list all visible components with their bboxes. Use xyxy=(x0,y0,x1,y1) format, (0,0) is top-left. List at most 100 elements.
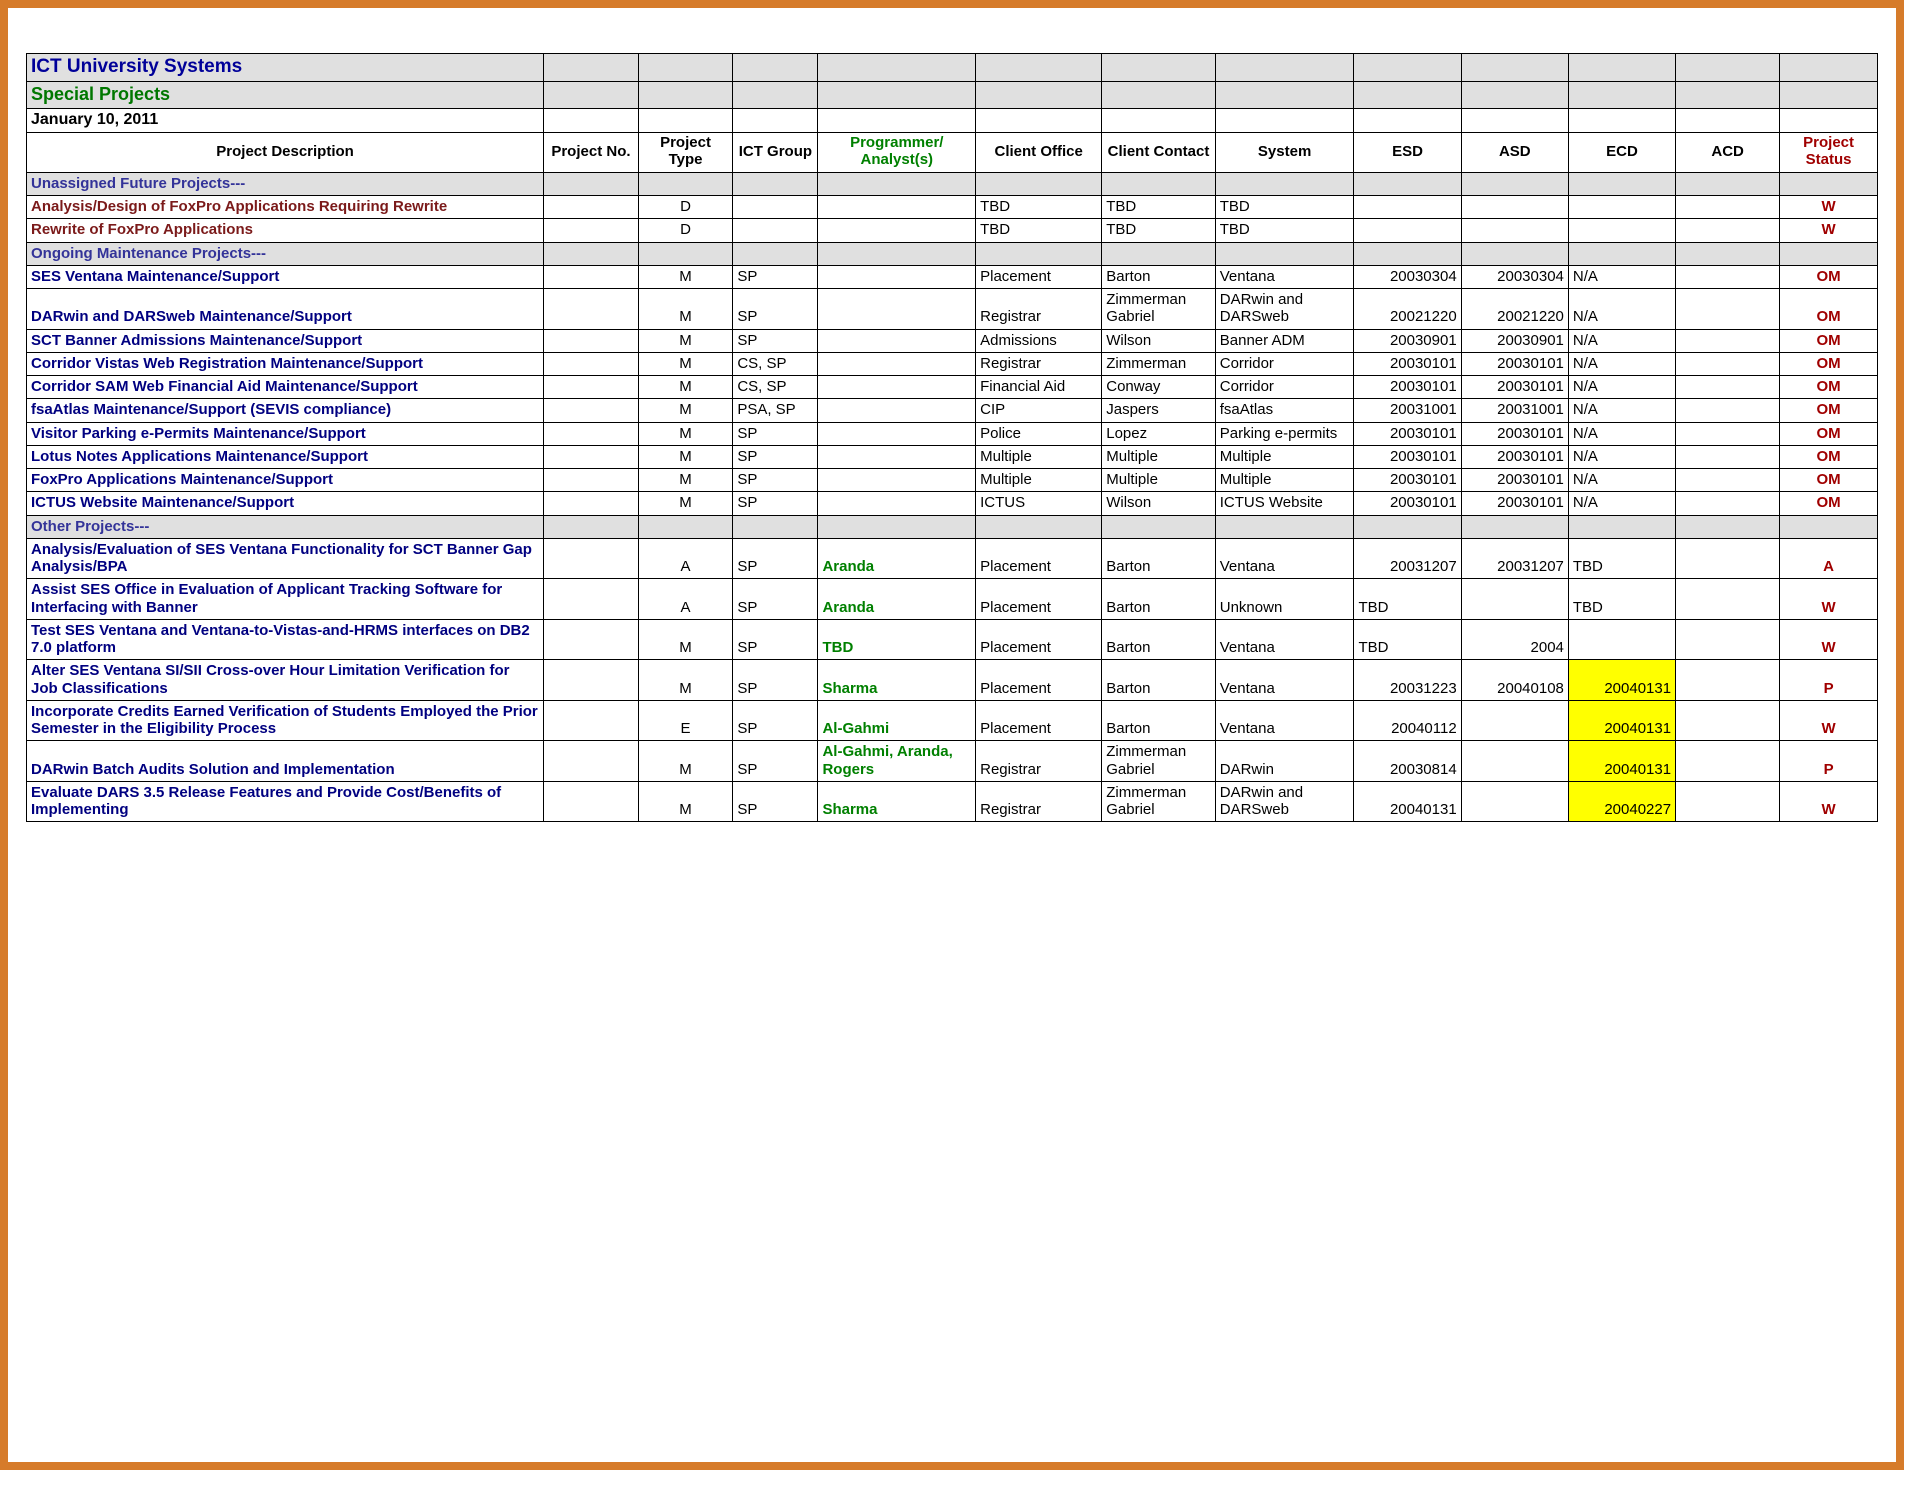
cell-ecd: N/A xyxy=(1568,399,1675,422)
cell-esd: 20031207 xyxy=(1354,538,1461,579)
cell-status: W xyxy=(1780,196,1878,219)
cell-desc: Rewrite of FoxPro Applications xyxy=(27,219,544,242)
cell-status: OM xyxy=(1780,399,1878,422)
cell-ecd: N/A xyxy=(1568,469,1675,492)
cell-contact: Barton xyxy=(1102,265,1216,288)
table-row[interactable]: Incorporate Credits Earned Verification … xyxy=(27,700,1878,741)
table-row[interactable]: fsaAtlas Maintenance/Support (SEVIS comp… xyxy=(27,399,1878,422)
cell-office: Placement xyxy=(976,538,1102,579)
cell-esd: 20030101 xyxy=(1354,352,1461,375)
cell-asd: 2004 xyxy=(1461,619,1568,660)
cell-system: DARwin xyxy=(1215,741,1354,782)
cell-status: W xyxy=(1780,619,1878,660)
cell-desc: SES Ventana Maintenance/Support xyxy=(27,265,544,288)
table-row[interactable]: FoxPro Applications Maintenance/Support … xyxy=(27,469,1878,492)
section-unassigned: Unassigned Future Projects--- xyxy=(27,172,1878,195)
cell-office: Registrar xyxy=(976,741,1102,782)
hdr-desc: Project Description xyxy=(27,132,544,172)
cell-desc: FoxPro Applications Maintenance/Support xyxy=(27,469,544,492)
report-date: January 10, 2011 xyxy=(27,108,544,132)
cell-asd: 20030304 xyxy=(1461,265,1568,288)
cell-ptype: E xyxy=(638,700,733,741)
cell-contact: Zimmerman Gabriel xyxy=(1102,289,1216,330)
table-row[interactable]: Analysis/Evaluation of SES Ventana Funct… xyxy=(27,538,1878,579)
table-row[interactable]: Evaluate DARS 3.5 Release Features and P… xyxy=(27,781,1878,822)
cell-ict: PSA, SP xyxy=(733,399,818,422)
cell-asd: 20021220 xyxy=(1461,289,1568,330)
cell-system: Banner ADM xyxy=(1215,329,1354,352)
cell-desc: Incorporate Credits Earned Verification … xyxy=(27,700,544,741)
cell-esd: 20030101 xyxy=(1354,492,1461,515)
cell-ptype: M xyxy=(638,422,733,445)
table-row[interactable]: Assist SES Office in Evaluation of Appli… xyxy=(27,579,1878,620)
cell-contact: Jaspers xyxy=(1102,399,1216,422)
cell-desc: Test SES Ventana and Ventana-to-Vistas-a… xyxy=(27,619,544,660)
cell-prog: TBD xyxy=(818,619,976,660)
cell-ict: SP xyxy=(733,265,818,288)
cell-office: TBD xyxy=(976,196,1102,219)
cell-ecd: 20040131 xyxy=(1568,741,1675,782)
cell-esd: 20030101 xyxy=(1354,445,1461,468)
cell-contact: Barton xyxy=(1102,538,1216,579)
cell-system: Multiple xyxy=(1215,445,1354,468)
table-row[interactable]: Alter SES Ventana SI/SII Cross-over Hour… xyxy=(27,660,1878,701)
cell-ptype: M xyxy=(638,492,733,515)
hdr-ecd: ECD xyxy=(1568,132,1675,172)
table-row[interactable]: SES Ventana Maintenance/Support M SP Pla… xyxy=(27,265,1878,288)
cell-status: OM xyxy=(1780,376,1878,399)
cell-ecd: N/A xyxy=(1568,265,1675,288)
cell-ecd: N/A xyxy=(1568,492,1675,515)
table-row[interactable]: DARwin and DARSweb Maintenance/Support M… xyxy=(27,289,1878,330)
cell-contact: Barton xyxy=(1102,660,1216,701)
cell-contact: Zimmerman Gabriel xyxy=(1102,781,1216,822)
cell-desc: fsaAtlas Maintenance/Support (SEVIS comp… xyxy=(27,399,544,422)
cell-desc: Assist SES Office in Evaluation of Appli… xyxy=(27,579,544,620)
cell-ict: SP xyxy=(733,700,818,741)
cell-prog: Aranda xyxy=(818,579,976,620)
cell-desc: ICTUS Website Maintenance/Support xyxy=(27,492,544,515)
cell-status: P xyxy=(1780,660,1878,701)
cell-contact: Multiple xyxy=(1102,445,1216,468)
cell-contact: Barton xyxy=(1102,579,1216,620)
table-row[interactable]: Corridor SAM Web Financial Aid Maintenan… xyxy=(27,376,1878,399)
title-row-special: Special Projects xyxy=(27,81,1878,108)
cell-asd: 20030101 xyxy=(1461,469,1568,492)
cell-ict: CS, SP xyxy=(733,352,818,375)
table-row[interactable]: Rewrite of FoxPro Applications D TBD TBD… xyxy=(27,219,1878,242)
cell-status: OM xyxy=(1780,265,1878,288)
table-row[interactable]: SCT Banner Admissions Maintenance/Suppor… xyxy=(27,329,1878,352)
cell-office: Registrar xyxy=(976,289,1102,330)
table-row[interactable]: Analysis/Design of FoxPro Applications R… xyxy=(27,196,1878,219)
cell-ptype: M xyxy=(638,619,733,660)
cell-esd: 20021220 xyxy=(1354,289,1461,330)
cell-system: Ventana xyxy=(1215,700,1354,741)
table-row[interactable]: Corridor Vistas Web Registration Mainten… xyxy=(27,352,1878,375)
cell-ict: SP xyxy=(733,422,818,445)
table-row[interactable]: Lotus Notes Applications Maintenance/Sup… xyxy=(27,445,1878,468)
cell-system: fsaAtlas xyxy=(1215,399,1354,422)
table-row[interactable]: Visitor Parking e-Permits Maintenance/Su… xyxy=(27,422,1878,445)
cell-contact: TBD xyxy=(1102,219,1216,242)
cell-prog: Sharma xyxy=(818,660,976,701)
table-row[interactable]: Test SES Ventana and Ventana-to-Vistas-a… xyxy=(27,619,1878,660)
cell-ict: SP xyxy=(733,660,818,701)
cell-office: Multiple xyxy=(976,469,1102,492)
hdr-contact: Client Contact xyxy=(1102,132,1216,172)
cell-system: Corridor xyxy=(1215,376,1354,399)
cell-system: DARwin and DARSweb xyxy=(1215,781,1354,822)
section-label: Ongoing Maintenance Projects--- xyxy=(27,242,544,265)
cell-status: OM xyxy=(1780,289,1878,330)
table-row[interactable]: ICTUS Website Maintenance/Support M SP I… xyxy=(27,492,1878,515)
cell-office: Placement xyxy=(976,579,1102,620)
cell-desc: DARwin and DARSweb Maintenance/Support xyxy=(27,289,544,330)
cell-desc: Lotus Notes Applications Maintenance/Sup… xyxy=(27,445,544,468)
cell-asd: 20030101 xyxy=(1461,376,1568,399)
table-row[interactable]: DARwin Batch Audits Solution and Impleme… xyxy=(27,741,1878,782)
cell-ict: SP xyxy=(733,469,818,492)
cell-system: Ventana xyxy=(1215,660,1354,701)
cell-ecd: TBD xyxy=(1568,579,1675,620)
section-label: Other Projects--- xyxy=(27,515,544,538)
cell-contact: Conway xyxy=(1102,376,1216,399)
cell-ptype: M xyxy=(638,329,733,352)
cell-desc: SCT Banner Admissions Maintenance/Suppor… xyxy=(27,329,544,352)
